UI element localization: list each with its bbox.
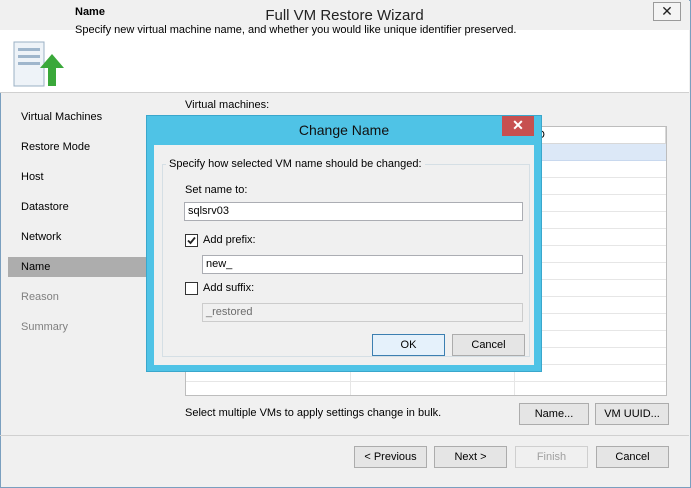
dialog-cancel-button[interactable]: Cancel [452, 334, 525, 356]
set-name-input[interactable]: sqlsrv03 [184, 202, 523, 221]
step-datastore[interactable]: Datastore [8, 197, 146, 217]
suffix-input: _restored [202, 303, 523, 322]
vm-grid-label: Virtual machines: [185, 99, 270, 111]
add-prefix-label[interactable]: Add prefix: [203, 234, 256, 246]
dialog-ok-button[interactable]: OK [372, 334, 445, 356]
checkmark-icon [187, 236, 196, 245]
wizard-steps: Virtual Machines Restore Mode Host Datas… [8, 97, 146, 427]
step-summary: Summary [21, 321, 69, 333]
step-host[interactable]: Host [8, 167, 146, 187]
set-name-label: Set name to: [185, 184, 248, 196]
bulk-hint: Select multiple VMs to apply settings ch… [185, 407, 442, 419]
window-close-button[interactable]: ✕ [653, 2, 681, 21]
next-button[interactable]: Next > [434, 446, 507, 468]
step-network[interactable]: Network [8, 227, 146, 247]
dialog-title: Change Name [298, 122, 390, 138]
server-restore-icon [13, 41, 64, 87]
header-subtitle: Specify new virtual machine name, and wh… [75, 24, 517, 36]
dialog-close-button[interactable]: ✕ [502, 116, 534, 136]
add-suffix-label[interactable]: Add suffix: [203, 282, 254, 294]
step-name[interactable]: Name [8, 257, 146, 277]
name-button[interactable]: Name... [519, 403, 589, 425]
vm-uuid-button[interactable]: VM UUID... [595, 403, 669, 425]
previous-button[interactable]: < Previous [354, 446, 427, 468]
finish-button: Finish [515, 446, 588, 468]
footer-divider [0, 435, 689, 436]
wizard-header [0, 30, 689, 93]
prefix-input[interactable]: new_ [202, 255, 523, 274]
step-virtual-machines[interactable]: Virtual Machines [8, 107, 146, 127]
add-prefix-checkbox[interactable] [185, 234, 198, 247]
add-suffix-checkbox[interactable] [185, 282, 198, 295]
header-title: Name [75, 6, 105, 18]
group-title: Specify how selected VM name should be c… [166, 158, 425, 170]
step-restore-mode[interactable]: Restore Mode [8, 137, 146, 157]
cancel-button[interactable]: Cancel [596, 446, 669, 468]
step-reason: Reason [21, 291, 59, 303]
